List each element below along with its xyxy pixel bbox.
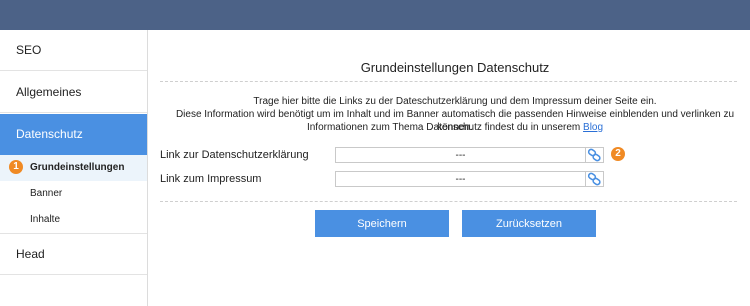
page-title: Grundeinstellungen Datenschutz xyxy=(360,60,550,75)
step-badge-1: 1 xyxy=(9,160,23,174)
privacy-link-label: Link zur Datenschutzerklärung xyxy=(160,149,309,161)
imprint-link-button[interactable] xyxy=(586,171,604,187)
sidebar-item-allgemeines[interactable]: Allgemeines xyxy=(0,72,147,113)
privacy-link-button[interactable] xyxy=(586,147,604,163)
divider-top xyxy=(160,81,737,82)
top-bar xyxy=(0,0,750,30)
sidebar-subitem-inhalte[interactable]: Inhalte xyxy=(0,207,147,233)
sidebar-subitem-banner[interactable]: Banner xyxy=(0,181,147,207)
divider-bottom xyxy=(160,201,737,202)
sidebar-item-datenschutz[interactable]: Datenschutz xyxy=(0,114,147,155)
description-line-3: Informationen zum Thema Datenschutz find… xyxy=(160,121,750,134)
save-button[interactable]: Speichern xyxy=(315,210,449,237)
privacy-link-input[interactable] xyxy=(335,147,586,163)
sidebar-item-head[interactable]: Head xyxy=(0,234,147,275)
step-badge-2: 2 xyxy=(611,147,625,161)
chain-link-icon xyxy=(587,172,601,186)
blog-link[interactable]: Blog xyxy=(583,122,603,133)
description-line-1: Trage hier bitte die Links zu der Datesc… xyxy=(253,96,657,107)
imprint-link-label: Link zum Impressum xyxy=(160,173,262,185)
chain-link-icon xyxy=(587,148,601,162)
reset-button[interactable]: Zurücksetzen xyxy=(462,210,596,237)
sidebar-item-seo[interactable]: SEO xyxy=(0,30,147,71)
imprint-link-input[interactable] xyxy=(335,171,586,187)
description-line-3-text: Informationen zum Thema Datenschutz find… xyxy=(306,122,581,133)
